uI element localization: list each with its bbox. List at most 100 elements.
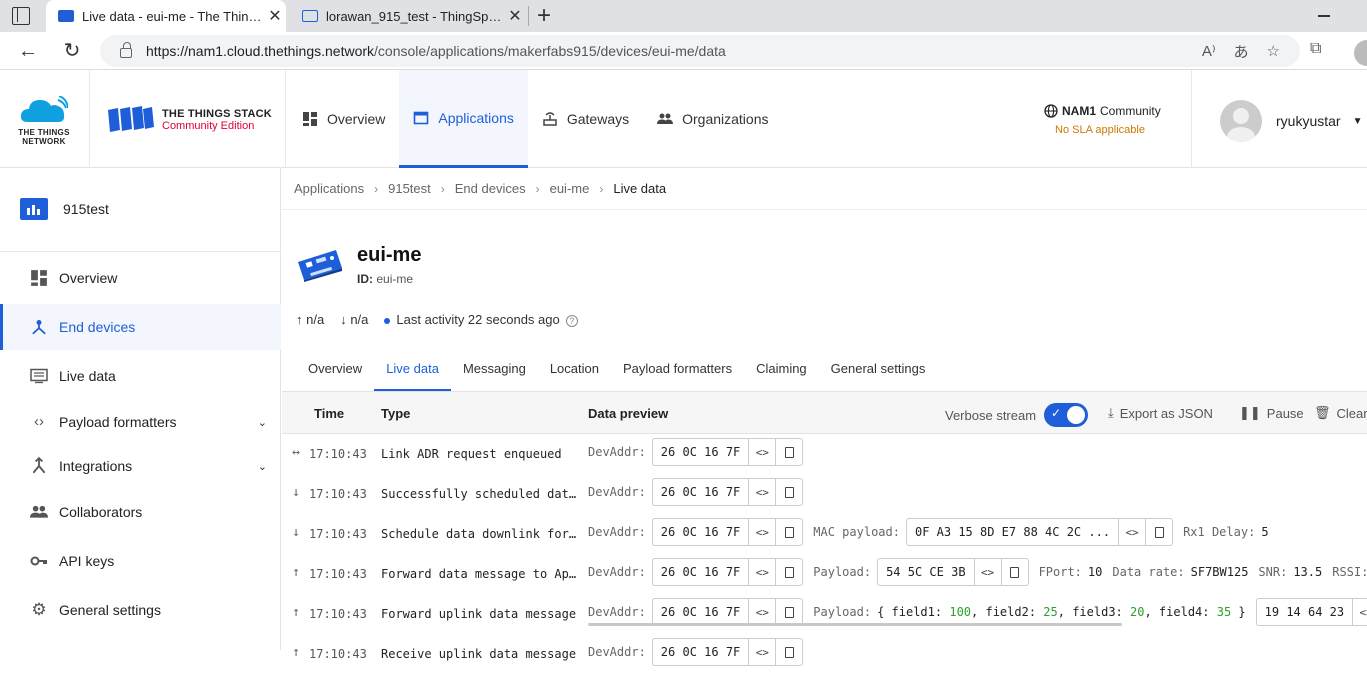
sidebar-item-general-settings[interactable]: ⚙ General settings bbox=[0, 587, 281, 633]
payload-field: 54 5C CE 3B <> bbox=[877, 558, 1029, 586]
tab-payload-formatters[interactable]: Payload formatters bbox=[611, 349, 744, 391]
back-arrow-icon[interactable]: ← bbox=[16, 40, 40, 62]
username: ryukyustar bbox=[1276, 113, 1341, 129]
copy-button[interactable] bbox=[775, 439, 802, 465]
copy-button[interactable] bbox=[775, 479, 802, 505]
code-icon: ‹› bbox=[34, 413, 44, 430]
field4-value: 35 bbox=[1216, 605, 1232, 619]
nav-gateways[interactable]: Gateways bbox=[528, 70, 643, 168]
breadcrumb-application[interactable]: 915test bbox=[388, 181, 431, 196]
breadcrumb-applications[interactable]: Applications bbox=[294, 181, 364, 196]
tab-overview[interactable]: Overview bbox=[296, 349, 374, 391]
sidebar-item-api-keys[interactable]: API keys bbox=[0, 538, 281, 584]
cluster-info[interactable]: NAM1 Community No SLA applicable bbox=[1044, 104, 1161, 136]
table-row[interactable]: ↑ 17:10:43 Receive uplink data message D… bbox=[282, 634, 1367, 674]
toggle-format-icon[interactable]: <> bbox=[973, 559, 1001, 585]
toggle-format-icon[interactable]: <> bbox=[748, 519, 775, 545]
copy-icon bbox=[781, 484, 794, 498]
verbose-stream-toggle[interactable]: ✓ bbox=[1044, 403, 1089, 427]
horizontal-scrollbar[interactable] bbox=[588, 623, 1122, 626]
nav-applications[interactable]: Applications bbox=[399, 70, 528, 168]
translate-icon[interactable]: あ bbox=[1234, 41, 1249, 62]
col-time: Time bbox=[314, 406, 345, 421]
sidebar-item-live-data[interactable]: Live data bbox=[0, 353, 281, 399]
breadcrumb-device[interactable]: eui-me bbox=[550, 181, 590, 196]
toggle-format-icon[interactable]: <> bbox=[748, 479, 775, 505]
sidebar-item-payload-formatters[interactable]: ‹› Payload formatters ⌄ bbox=[0, 399, 281, 445]
chevron-down-icon[interactable]: ⌄ bbox=[258, 416, 267, 429]
copy-button[interactable] bbox=[775, 559, 802, 585]
event-type: Link ADR request enqueued bbox=[381, 447, 562, 461]
toggle-format-icon[interactable]: <> bbox=[748, 559, 775, 585]
field2-key: field2: bbox=[985, 605, 1037, 619]
table-row[interactable]: ↓ 17:10:43 Successfully scheduled data d… bbox=[282, 474, 1367, 514]
devaddr-value: 26 0C 16 7F bbox=[660, 565, 741, 579]
bidirectional-arrow-icon: ↔ bbox=[292, 445, 300, 460]
grid-icon bbox=[303, 112, 317, 126]
collections-icon[interactable]: ⧉ bbox=[1310, 40, 1321, 58]
field3-value: 20 bbox=[1130, 605, 1145, 619]
ttn-logo[interactable]: THE THINGS NETWORK bbox=[0, 70, 90, 168]
sidebar-item-overview[interactable]: Overview bbox=[0, 255, 281, 301]
table-row[interactable]: ↑ 17:10:43 Forward data message to Appli… bbox=[282, 554, 1367, 594]
sidebar-item-integrations[interactable]: Integrations ⌄ bbox=[0, 443, 281, 489]
nav-organizations[interactable]: Organizations bbox=[643, 70, 782, 168]
chevron-down-icon[interactable]: ⌄ bbox=[258, 460, 267, 473]
devaddr-label: DevAddr: bbox=[588, 525, 646, 539]
tab-claiming[interactable]: Claiming bbox=[744, 349, 819, 391]
toggle-format-icon[interactable]: <> bbox=[748, 439, 775, 465]
tts-logo[interactable]: THE THINGS STACK Community Edition bbox=[90, 70, 286, 168]
minimize-icon[interactable] bbox=[1318, 15, 1330, 17]
tab-messaging[interactable]: Messaging bbox=[451, 349, 538, 391]
url-field[interactable]: https://nam1.cloud.thethings.network /co… bbox=[100, 35, 1300, 67]
pause-button[interactable]: ❚❚ Pause bbox=[1239, 405, 1304, 421]
fport-value: 10 bbox=[1087, 565, 1103, 579]
browser-tab-thingspeak[interactable]: lorawan_915_test - ThingSpeak IoT ✕ bbox=[290, 0, 526, 32]
table-row[interactable]: ↑ 17:10:43 Forward uplink data message D… bbox=[282, 594, 1367, 634]
devaddr-value: 26 0C 16 7F bbox=[660, 525, 741, 539]
tab-actions-icon[interactable] bbox=[12, 7, 30, 25]
nav-organizations-label: Organizations bbox=[682, 111, 769, 127]
new-tab-icon[interactable]: + bbox=[534, 2, 554, 30]
clear-button[interactable]: 🗑 Clear bbox=[1314, 405, 1367, 421]
favorite-star-icon[interactable]: ☆ bbox=[1267, 42, 1280, 60]
tab-title: Live data - eui-me - The Things Stack bbox=[82, 8, 264, 24]
copy-button[interactable] bbox=[1145, 519, 1172, 545]
close-tab-icon[interactable]: ✕ bbox=[264, 6, 286, 26]
copy-button[interactable] bbox=[775, 599, 802, 625]
copy-button[interactable] bbox=[775, 519, 802, 545]
sidebar-item-end-devices[interactable]: End devices bbox=[0, 304, 281, 350]
read-aloud-icon[interactable]: A⁾ bbox=[1202, 42, 1216, 60]
fport-label: FPort: bbox=[1038, 565, 1082, 579]
sidebar-item-collaborators[interactable]: Collaborators bbox=[0, 489, 281, 535]
device-name: eui-me bbox=[357, 244, 422, 266]
copy-button[interactable] bbox=[1000, 559, 1028, 585]
tab-location[interactable]: Location bbox=[538, 349, 611, 391]
tab-general-settings[interactable]: General settings bbox=[819, 349, 938, 391]
close-tab-icon[interactable]: ✕ bbox=[504, 6, 526, 26]
nav-overview[interactable]: Overview bbox=[288, 70, 399, 168]
table-row[interactable]: ↔ 17:10:43 Link ADR request enqueued Dev… bbox=[282, 434, 1367, 474]
device-id-value: eui-me bbox=[376, 272, 414, 286]
sidebar-app-header[interactable]: 915test bbox=[20, 198, 109, 220]
page-favicon-icon bbox=[302, 10, 318, 22]
export-json-button[interactable]: ⤓ Export as JSON bbox=[1108, 405, 1213, 421]
user-menu[interactable]: ryukyustar ▼ bbox=[1220, 100, 1362, 142]
rssi-label: RSSI: bbox=[1332, 565, 1367, 579]
browser-tab-live-data[interactable]: Live data - eui-me - The Things Stack ✕ bbox=[46, 0, 286, 32]
table-row[interactable]: ↓ 17:10:43 Schedule data downlink for tr… bbox=[282, 514, 1367, 554]
copy-button[interactable] bbox=[775, 639, 802, 665]
toggle-format-icon[interactable]: <> bbox=[748, 599, 775, 625]
tab-title: lorawan_915_test - ThingSpeak IoT bbox=[326, 8, 504, 24]
copy-icon bbox=[781, 604, 794, 618]
tab-live-data[interactable]: Live data bbox=[374, 349, 451, 391]
arrow-down-icon: ↓ bbox=[292, 525, 300, 540]
help-icon[interactable]: ? bbox=[565, 315, 578, 327]
breadcrumb-end-devices[interactable]: End devices bbox=[455, 181, 526, 196]
toggle-format-icon[interactable]: <> bbox=[748, 639, 775, 665]
toggle-format-icon[interactable]: <> bbox=[1352, 599, 1367, 625]
toggle-format-icon[interactable]: <> bbox=[1118, 519, 1145, 545]
clear-label: Clear bbox=[1336, 405, 1367, 421]
reload-icon[interactable]: ↻ bbox=[60, 40, 84, 62]
snr-label: SNR: bbox=[1258, 565, 1288, 579]
